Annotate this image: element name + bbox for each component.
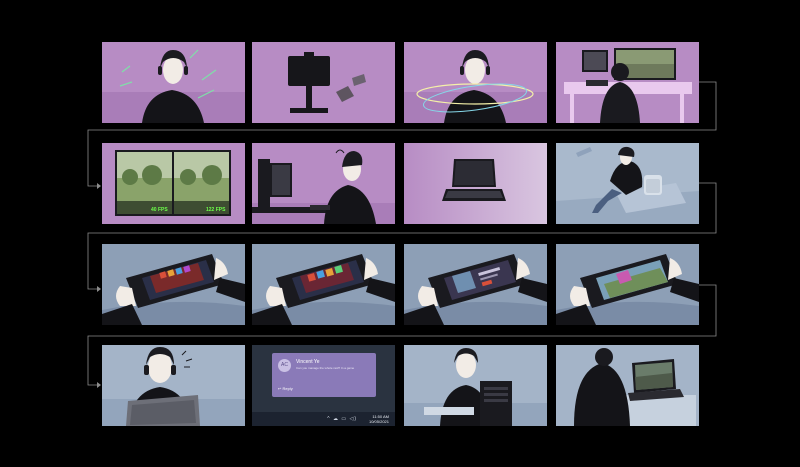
avatar: AC bbox=[278, 359, 291, 372]
panel-r2-c2 bbox=[252, 143, 395, 224]
panel-r4-c1 bbox=[102, 345, 245, 426]
taskbar-date: 10/05/2021 bbox=[368, 419, 389, 424]
notification-message: Can you manage the whole raid? In a game bbox=[296, 366, 355, 370]
panel-r2-c3 bbox=[404, 143, 547, 224]
taskbar: ^ ☁ ▭ ◁) 11:50 AM 10/05/2021 bbox=[252, 412, 395, 426]
reply-button[interactable]: ↩ Reply bbox=[278, 386, 293, 391]
storyboard: 40 FPS 122 FPS AC Vincent Ye Can you man… bbox=[0, 0, 800, 467]
panel-r1-c3 bbox=[404, 42, 547, 123]
panel-r2-c4 bbox=[556, 143, 699, 224]
panel-r3-c2 bbox=[252, 244, 395, 325]
panel-r3-c4 bbox=[556, 244, 699, 325]
panel-r4-c3 bbox=[404, 345, 547, 426]
reply-label: Reply bbox=[282, 386, 293, 391]
panel-r4-c2-notification: AC Vincent Ye Can you manage the whole r… bbox=[252, 345, 395, 426]
tray-icons[interactable]: ^ ☁ ▭ ◁) bbox=[327, 416, 357, 422]
panel-r2-c1: 40 FPS 122 FPS bbox=[102, 143, 245, 224]
panel-r3-c1 bbox=[102, 244, 245, 325]
notification-sender: Vincent Ye bbox=[296, 359, 320, 365]
panel-r4-c4 bbox=[556, 345, 699, 426]
fps-label-left: 40 FPS bbox=[151, 207, 168, 213]
panel-r1-c1 bbox=[102, 42, 245, 123]
fps-label-right: 122 FPS bbox=[206, 207, 226, 213]
taskbar-clock[interactable]: 11:50 AM 10/05/2021 bbox=[369, 414, 389, 424]
panel-r3-c3 bbox=[404, 244, 547, 325]
panel-r1-c4 bbox=[556, 42, 699, 123]
panel-r1-c2 bbox=[252, 42, 395, 123]
notification-toast[interactable]: AC Vincent Ye Can you manage the whole r… bbox=[272, 353, 376, 397]
